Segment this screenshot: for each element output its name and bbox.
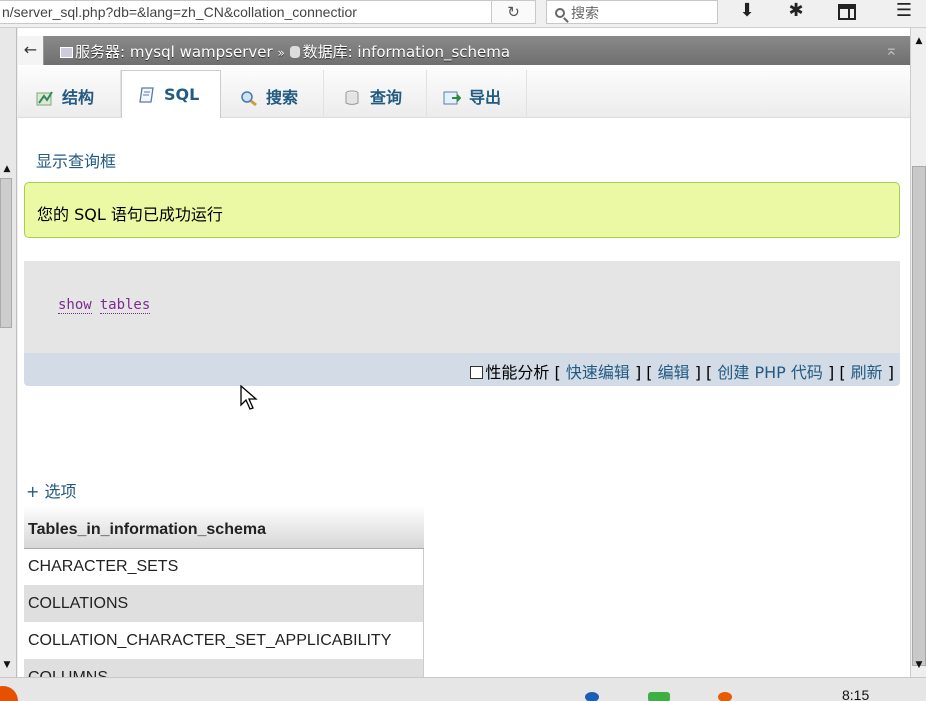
database-icon [289, 46, 300, 58]
table-header[interactable]: Tables_in_information_schema [24, 505, 424, 549]
search-placeholder: 搜索 [571, 6, 599, 22]
sql-keyword-show[interactable]: show [58, 297, 92, 314]
breadcrumb: ← 服务器: mysql wampserver » 数据库: informati… [18, 36, 910, 65]
window-icon[interactable] [832, 0, 862, 24]
reload-icon[interactable]: ↻ [492, 0, 536, 24]
table-cell: COLLATIONS [24, 585, 424, 622]
browser-app-icon[interactable] [0, 686, 18, 701]
main-frame: ← 服务器: mysql wampserver » 数据库: informati… [18, 28, 910, 677]
table-row[interactable]: COLLATION_CHARACTER_SET_APPLICABILITY [24, 622, 424, 659]
table-row[interactable]: COLLATIONS [24, 585, 424, 622]
query-icon [344, 90, 362, 106]
url-bar[interactable]: n/server_sql.php?db=&lang=zh_CN&collatio… [0, 0, 492, 24]
sql-query-display: show tables [24, 261, 900, 353]
tab-export[interactable]: 导出 [427, 70, 527, 118]
scroll-thumb[interactable] [912, 166, 926, 666]
breadcrumb-text: 服务器: mysql wampserver » 数据库: information… [60, 41, 510, 62]
browser-toolbar: n/server_sql.php?db=&lang=zh_CN&collatio… [0, 0, 926, 28]
tab-label: 查询 [370, 88, 403, 107]
scroll-up-icon[interactable]: ▲ [912, 34, 926, 48]
create-php-code-link[interactable]: 创建 PHP 代码 [717, 363, 823, 382]
profiling-checkbox[interactable] [470, 366, 484, 379]
tray-status-icon[interactable] [718, 692, 732, 701]
options-link[interactable]: + 选项 [26, 478, 77, 502]
structure-icon [36, 90, 54, 106]
table-cell: COLLATION_CHARACTER_SET_APPLICABILITY [24, 622, 424, 659]
taskbar: 8:15 [0, 677, 926, 701]
magnifier-icon [555, 8, 565, 18]
tab-sql[interactable]: SQL [121, 70, 221, 118]
tray-app-icon[interactable] [585, 692, 599, 701]
sql-code: show tables [58, 297, 158, 314]
table-row[interactable]: COLUMNS [24, 659, 424, 677]
scroll-up-icon[interactable]: ▲ [0, 162, 14, 176]
tab-label: 结构 [62, 88, 95, 107]
gear-icon[interactable]: ✱ [781, 0, 811, 24]
clock[interactable]: 8:15 [842, 687, 869, 701]
download-icon[interactable]: ⬇ [732, 0, 762, 24]
right-scrollbar[interactable]: ▲ ▼ [910, 28, 926, 677]
show-query-box-link[interactable]: 显示查询框 [36, 148, 116, 172]
collapse-top-icon[interactable]: ⌅ [885, 40, 898, 59]
table-row[interactable]: CHARACTER_SETS [24, 548, 424, 585]
left-frame-scrollbar[interactable]: ▲ ▼ [0, 28, 17, 677]
tab-structure[interactable]: 结构 [18, 70, 121, 118]
breadcrumb-separator: » [277, 46, 285, 60]
success-message: 您的 SQL 语句已成功运行 [24, 182, 900, 238]
search-icon [240, 90, 258, 107]
tab-label: SQL [164, 85, 200, 104]
tab-search[interactable]: 搜索 [222, 70, 324, 118]
table-cell: CHARACTER_SETS [24, 548, 424, 585]
result-table: Tables_in_information_schema CHARACTER_S… [24, 505, 424, 677]
menu-icon[interactable]: ☰ [889, 0, 919, 24]
breadcrumb-server[interactable]: 服务器: mysql wampserver [75, 43, 273, 61]
tab-query[interactable]: 查询 [324, 70, 427, 118]
inline-edit-link[interactable]: 快速编辑 [566, 363, 630, 382]
mouse-cursor-icon [240, 385, 258, 410]
refresh-link[interactable]: 刷新 [851, 363, 883, 382]
table-cell: COLUMNS [24, 659, 424, 677]
tab-label: 导出 [469, 88, 502, 107]
browser-search-input[interactable]: 搜索 [546, 0, 718, 24]
scroll-down-icon[interactable]: ▼ [912, 658, 926, 672]
scroll-thumb[interactable] [0, 178, 12, 328]
server-icon [60, 47, 73, 58]
sql-keyword-tables[interactable]: tables [99, 297, 151, 314]
back-arrow-icon[interactable]: ← [18, 36, 44, 65]
tab-label: 搜索 [266, 88, 299, 107]
export-icon [443, 90, 462, 106]
scroll-down-icon[interactable]: ▼ [0, 658, 14, 672]
tray-network-icon[interactable] [648, 692, 670, 701]
edit-link[interactable]: 编辑 [658, 363, 690, 382]
tab-bar: 结构 SQL 搜索 查询 导出 [18, 66, 910, 118]
sql-action-bar: 性能分析 [ 快速编辑 ] [ 编辑 ] [ 创建 PHP 代码 ] [ 刷新 … [24, 353, 900, 386]
breadcrumb-database[interactable]: 数据库: information_schema [303, 43, 511, 61]
sql-icon [138, 87, 156, 103]
profiling-label[interactable]: 性能分析 [485, 363, 549, 382]
